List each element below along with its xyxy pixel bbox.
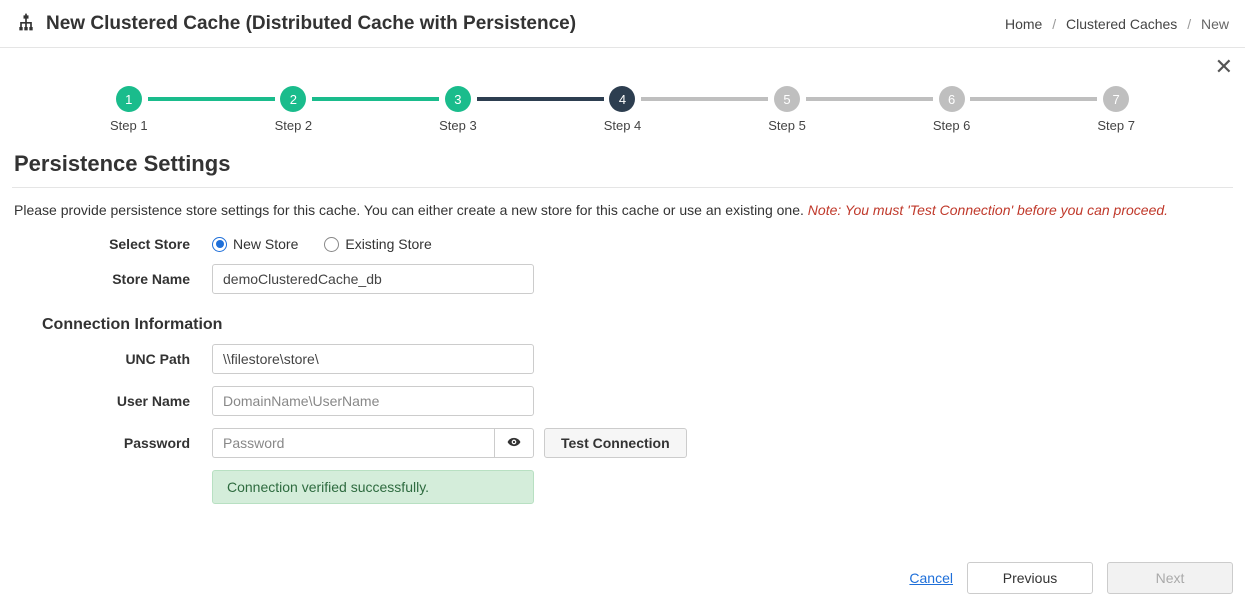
store-name-input[interactable]: [212, 264, 534, 294]
step-1[interactable]: 1Step 1: [110, 86, 148, 133]
breadcrumb-current: New: [1201, 16, 1229, 32]
step-4[interactable]: 4Step 4: [604, 86, 642, 133]
connection-info-title: Connection Information: [12, 306, 772, 344]
wizard-footer: Cancel Previous Next: [0, 544, 1245, 606]
cancel-button[interactable]: Cancel: [909, 570, 953, 586]
section-title: Persistence Settings: [12, 137, 1233, 188]
next-button: Next: [1107, 562, 1233, 594]
close-button[interactable]: ✕: [1215, 56, 1233, 78]
radio-icon: [324, 237, 339, 252]
password-input[interactable]: [212, 428, 494, 458]
test-connection-button[interactable]: Test Connection: [544, 428, 687, 458]
close-icon: ✕: [1215, 54, 1233, 79]
wizard-stepper: 1Step 1 2Step 2 3Step 3 4Step 4 5Step 5 …: [0, 78, 1245, 137]
step-6: 6Step 6: [933, 86, 971, 133]
step-5: 5Step 5: [768, 86, 806, 133]
connection-status-alert: Connection verified successfully.: [212, 470, 534, 504]
page-header: New Clustered Cache (Distributed Cache w…: [0, 0, 1245, 48]
unc-path-input[interactable]: [212, 344, 534, 374]
page-title: New Clustered Cache (Distributed Cache w…: [46, 13, 576, 35]
sitemap-icon: [16, 12, 36, 35]
breadcrumb: Home / Clustered Caches / New: [1005, 16, 1229, 32]
user-name-input[interactable]: [212, 386, 534, 416]
intro-note: Note: You must 'Test Connection' before …: [808, 202, 1168, 218]
toggle-password-button[interactable]: [494, 428, 534, 458]
eye-icon: [507, 435, 521, 452]
user-name-label: User Name: [12, 393, 212, 409]
step-7: 7Step 7: [1097, 86, 1135, 133]
intro-text: Please provide persistence store setting…: [12, 202, 1233, 218]
unc-path-label: UNC Path: [12, 351, 212, 367]
select-store-label: Select Store: [12, 236, 212, 252]
step-2[interactable]: 2Step 2: [275, 86, 313, 133]
breadcrumb-home[interactable]: Home: [1005, 16, 1042, 32]
new-store-radio[interactable]: New Store: [212, 236, 298, 252]
store-name-label: Store Name: [12, 271, 212, 287]
breadcrumb-caches[interactable]: Clustered Caches: [1066, 16, 1177, 32]
radio-icon: [212, 237, 227, 252]
existing-store-radio[interactable]: Existing Store: [324, 236, 431, 252]
previous-button[interactable]: Previous: [967, 562, 1093, 594]
password-label: Password: [12, 435, 212, 451]
step-3[interactable]: 3Step 3: [439, 86, 477, 133]
